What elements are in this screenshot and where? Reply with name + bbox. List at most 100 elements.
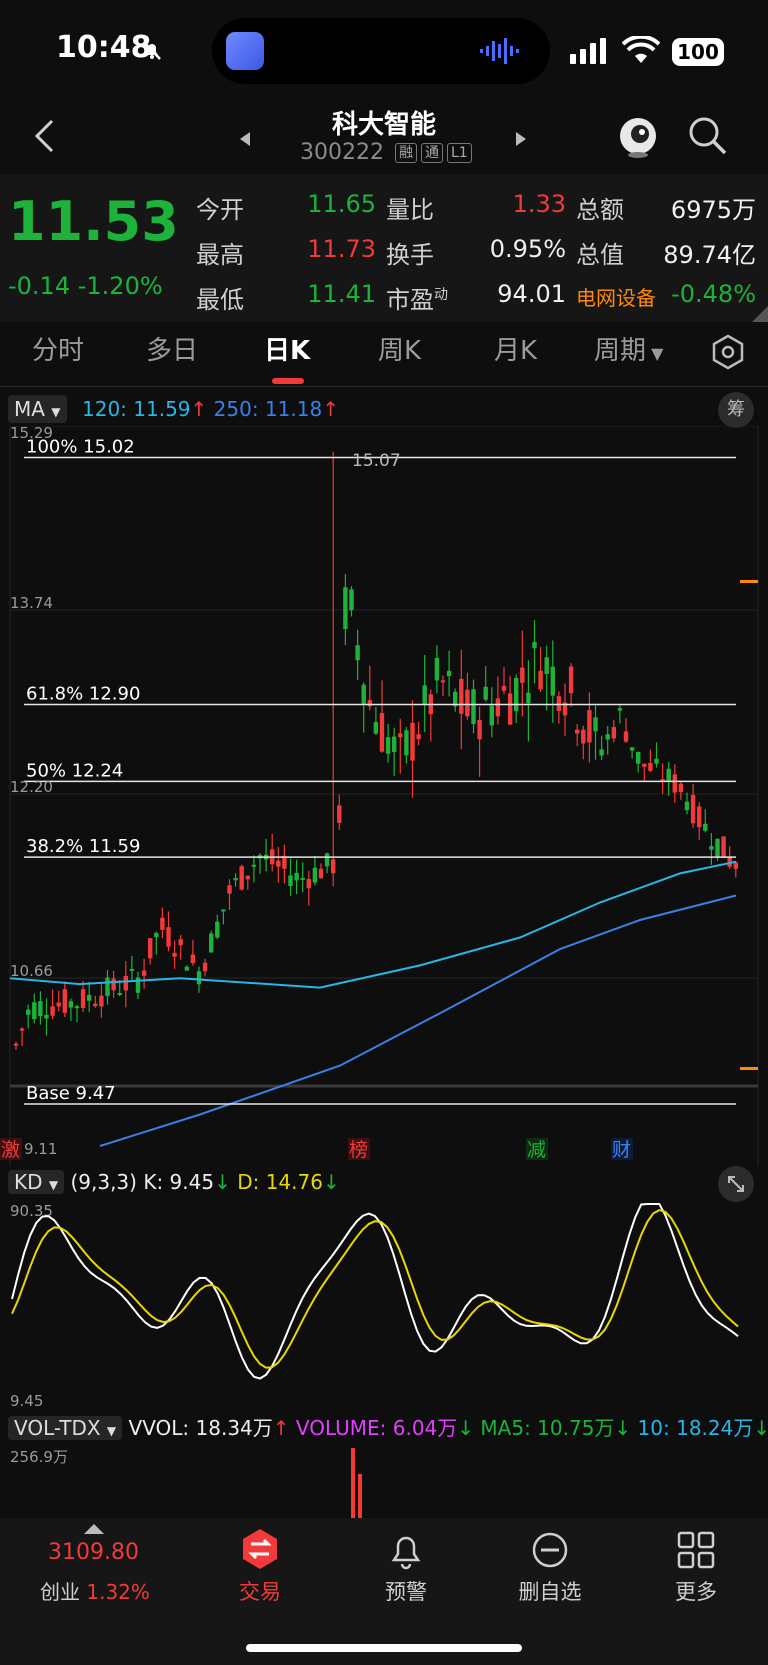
value-pe: 94.01 xyxy=(497,280,566,308)
tab-weekly-k[interactable]: 周K xyxy=(378,330,421,367)
value-market-cap: 89.74亿 xyxy=(663,241,756,269)
tab-monthly-k[interactable]: 月K xyxy=(494,330,537,367)
high-mark: 15.07 xyxy=(352,451,401,471)
remove-watchlist-icon[interactable] xyxy=(530,1530,570,1570)
tab-period[interactable]: 周期 ▼ xyxy=(594,330,663,367)
next-stock-icon[interactable] xyxy=(516,132,528,146)
active-tab-indicator xyxy=(272,378,304,384)
candle-body xyxy=(184,966,189,971)
candle-body xyxy=(440,680,446,683)
tab-multiday[interactable]: 多日 xyxy=(146,330,198,367)
volume-chart[interactable]: 256.9万 xyxy=(0,1444,768,1518)
candle-body xyxy=(300,877,305,880)
candle-body xyxy=(215,921,220,938)
index-ticker[interactable]: 创业 1.32% xyxy=(40,1576,150,1605)
sector-name[interactable]: 电网设备 xyxy=(576,282,656,311)
candle-body xyxy=(471,689,476,725)
kline-chart[interactable]: 100% 15.0261.8% 12.9050% 12.2438.2% 11.5… xyxy=(0,426,768,1166)
fib-label-1: 61.8% 12.90 xyxy=(26,683,140,704)
candle-body xyxy=(178,939,183,946)
candle-body xyxy=(105,977,110,996)
value-volume-ratio: 1.33 xyxy=(512,190,566,218)
label-market-cap: 总值 xyxy=(576,241,624,269)
indicator-selector-kd[interactable]: KD ▼ xyxy=(8,1170,65,1194)
candle-body xyxy=(568,666,574,694)
candle-body xyxy=(666,768,671,782)
vol-caret-icon: ▼ xyxy=(106,1424,117,1438)
volume-value: VOLUME: 6.04万 xyxy=(295,1416,458,1440)
label-pe: 市盈动 xyxy=(386,280,448,315)
tab-intraday[interactable]: 分时 xyxy=(32,330,84,367)
candle-body xyxy=(617,708,623,711)
candle-body xyxy=(349,589,354,611)
value-turnover-rate: 0.95% xyxy=(489,235,566,263)
chip-distribution-button[interactable]: 筹 xyxy=(718,392,754,428)
candle-body xyxy=(343,587,348,630)
candle-body xyxy=(331,859,336,874)
candle-body xyxy=(446,670,452,677)
label-low: 最低 xyxy=(196,286,244,314)
kd-params: (9,3,3) xyxy=(70,1170,137,1194)
candle-body xyxy=(672,774,677,793)
candle-body xyxy=(398,733,403,738)
tab-daily-k[interactable]: 日K xyxy=(264,330,310,367)
candle-body xyxy=(324,853,330,867)
settings-hex-icon[interactable] xyxy=(710,334,746,370)
indicator-selector-ma[interactable]: MA ▼ xyxy=(8,395,67,423)
candle-body xyxy=(13,1043,19,1046)
candle-body xyxy=(202,962,208,972)
candle-body xyxy=(196,971,202,985)
candle-body xyxy=(690,794,696,824)
candle-body xyxy=(538,670,543,690)
candle-body xyxy=(227,885,232,894)
indicator-selector-vol[interactable]: VOL-TDX ▼ xyxy=(8,1416,123,1440)
candle-body xyxy=(209,933,214,953)
ma120-value: 120: 11.59 xyxy=(82,397,191,421)
dropdown-caret-icon: ▼ xyxy=(646,344,664,363)
axis-label-bottom: 9.11 xyxy=(24,1140,57,1158)
candle-body xyxy=(239,866,244,890)
collapse-up-icon[interactable] xyxy=(84,1522,104,1534)
value-high: 11.73 xyxy=(307,235,376,263)
tag-connect: 通 xyxy=(420,143,443,163)
nav-alert[interactable]: 预警 xyxy=(346,1576,466,1606)
index-value[interactable]: 3109.80 xyxy=(48,1540,139,1565)
candle-body xyxy=(550,666,555,696)
candle-body xyxy=(111,978,116,991)
candle-body xyxy=(599,749,604,756)
signal-icon xyxy=(570,38,606,64)
vol-axis-top: 256.9万 xyxy=(10,1448,68,1466)
event-marker-0: 激 xyxy=(1,1139,20,1161)
kd-chart[interactable]: 90.35 9.45 xyxy=(0,1196,768,1410)
candle-body xyxy=(556,696,562,712)
candle-body xyxy=(648,762,653,771)
trade-icon[interactable] xyxy=(240,1528,280,1570)
candle-body xyxy=(166,927,171,947)
candle-body xyxy=(62,989,67,1013)
bell-icon[interactable] xyxy=(386,1528,426,1570)
kd-caret-icon: ▼ xyxy=(48,1178,59,1192)
ma120-up-arrow: ↑ xyxy=(190,397,208,421)
candle-body xyxy=(123,975,128,991)
more-grid-icon[interactable] xyxy=(676,1530,716,1570)
candle-body xyxy=(294,872,299,881)
candle-body xyxy=(544,657,549,674)
candle-body xyxy=(507,693,513,725)
status-time: 10:48 xyxy=(56,30,152,65)
nav-more[interactable]: 更多 xyxy=(636,1576,756,1606)
candle-body xyxy=(306,878,311,889)
audio-wave-icon xyxy=(480,38,519,64)
candle-body xyxy=(526,692,531,704)
mascot-icon[interactable] xyxy=(616,112,660,158)
candle-body xyxy=(629,747,635,751)
ma250-value: 250: 11.18 xyxy=(213,397,323,421)
ma-selector-label: MA xyxy=(14,397,45,421)
nav-trade[interactable]: 交易 xyxy=(200,1576,320,1606)
candle-body xyxy=(44,1014,49,1019)
search-icon[interactable] xyxy=(688,116,728,156)
candle-body xyxy=(459,678,464,714)
ma250-up-arrow: ↑ xyxy=(322,397,339,421)
nav-remove-watchlist[interactable]: 删自选 xyxy=(490,1576,610,1606)
label-turnover-amount: 总额 xyxy=(576,196,624,224)
label-high: 最高 xyxy=(196,241,244,269)
